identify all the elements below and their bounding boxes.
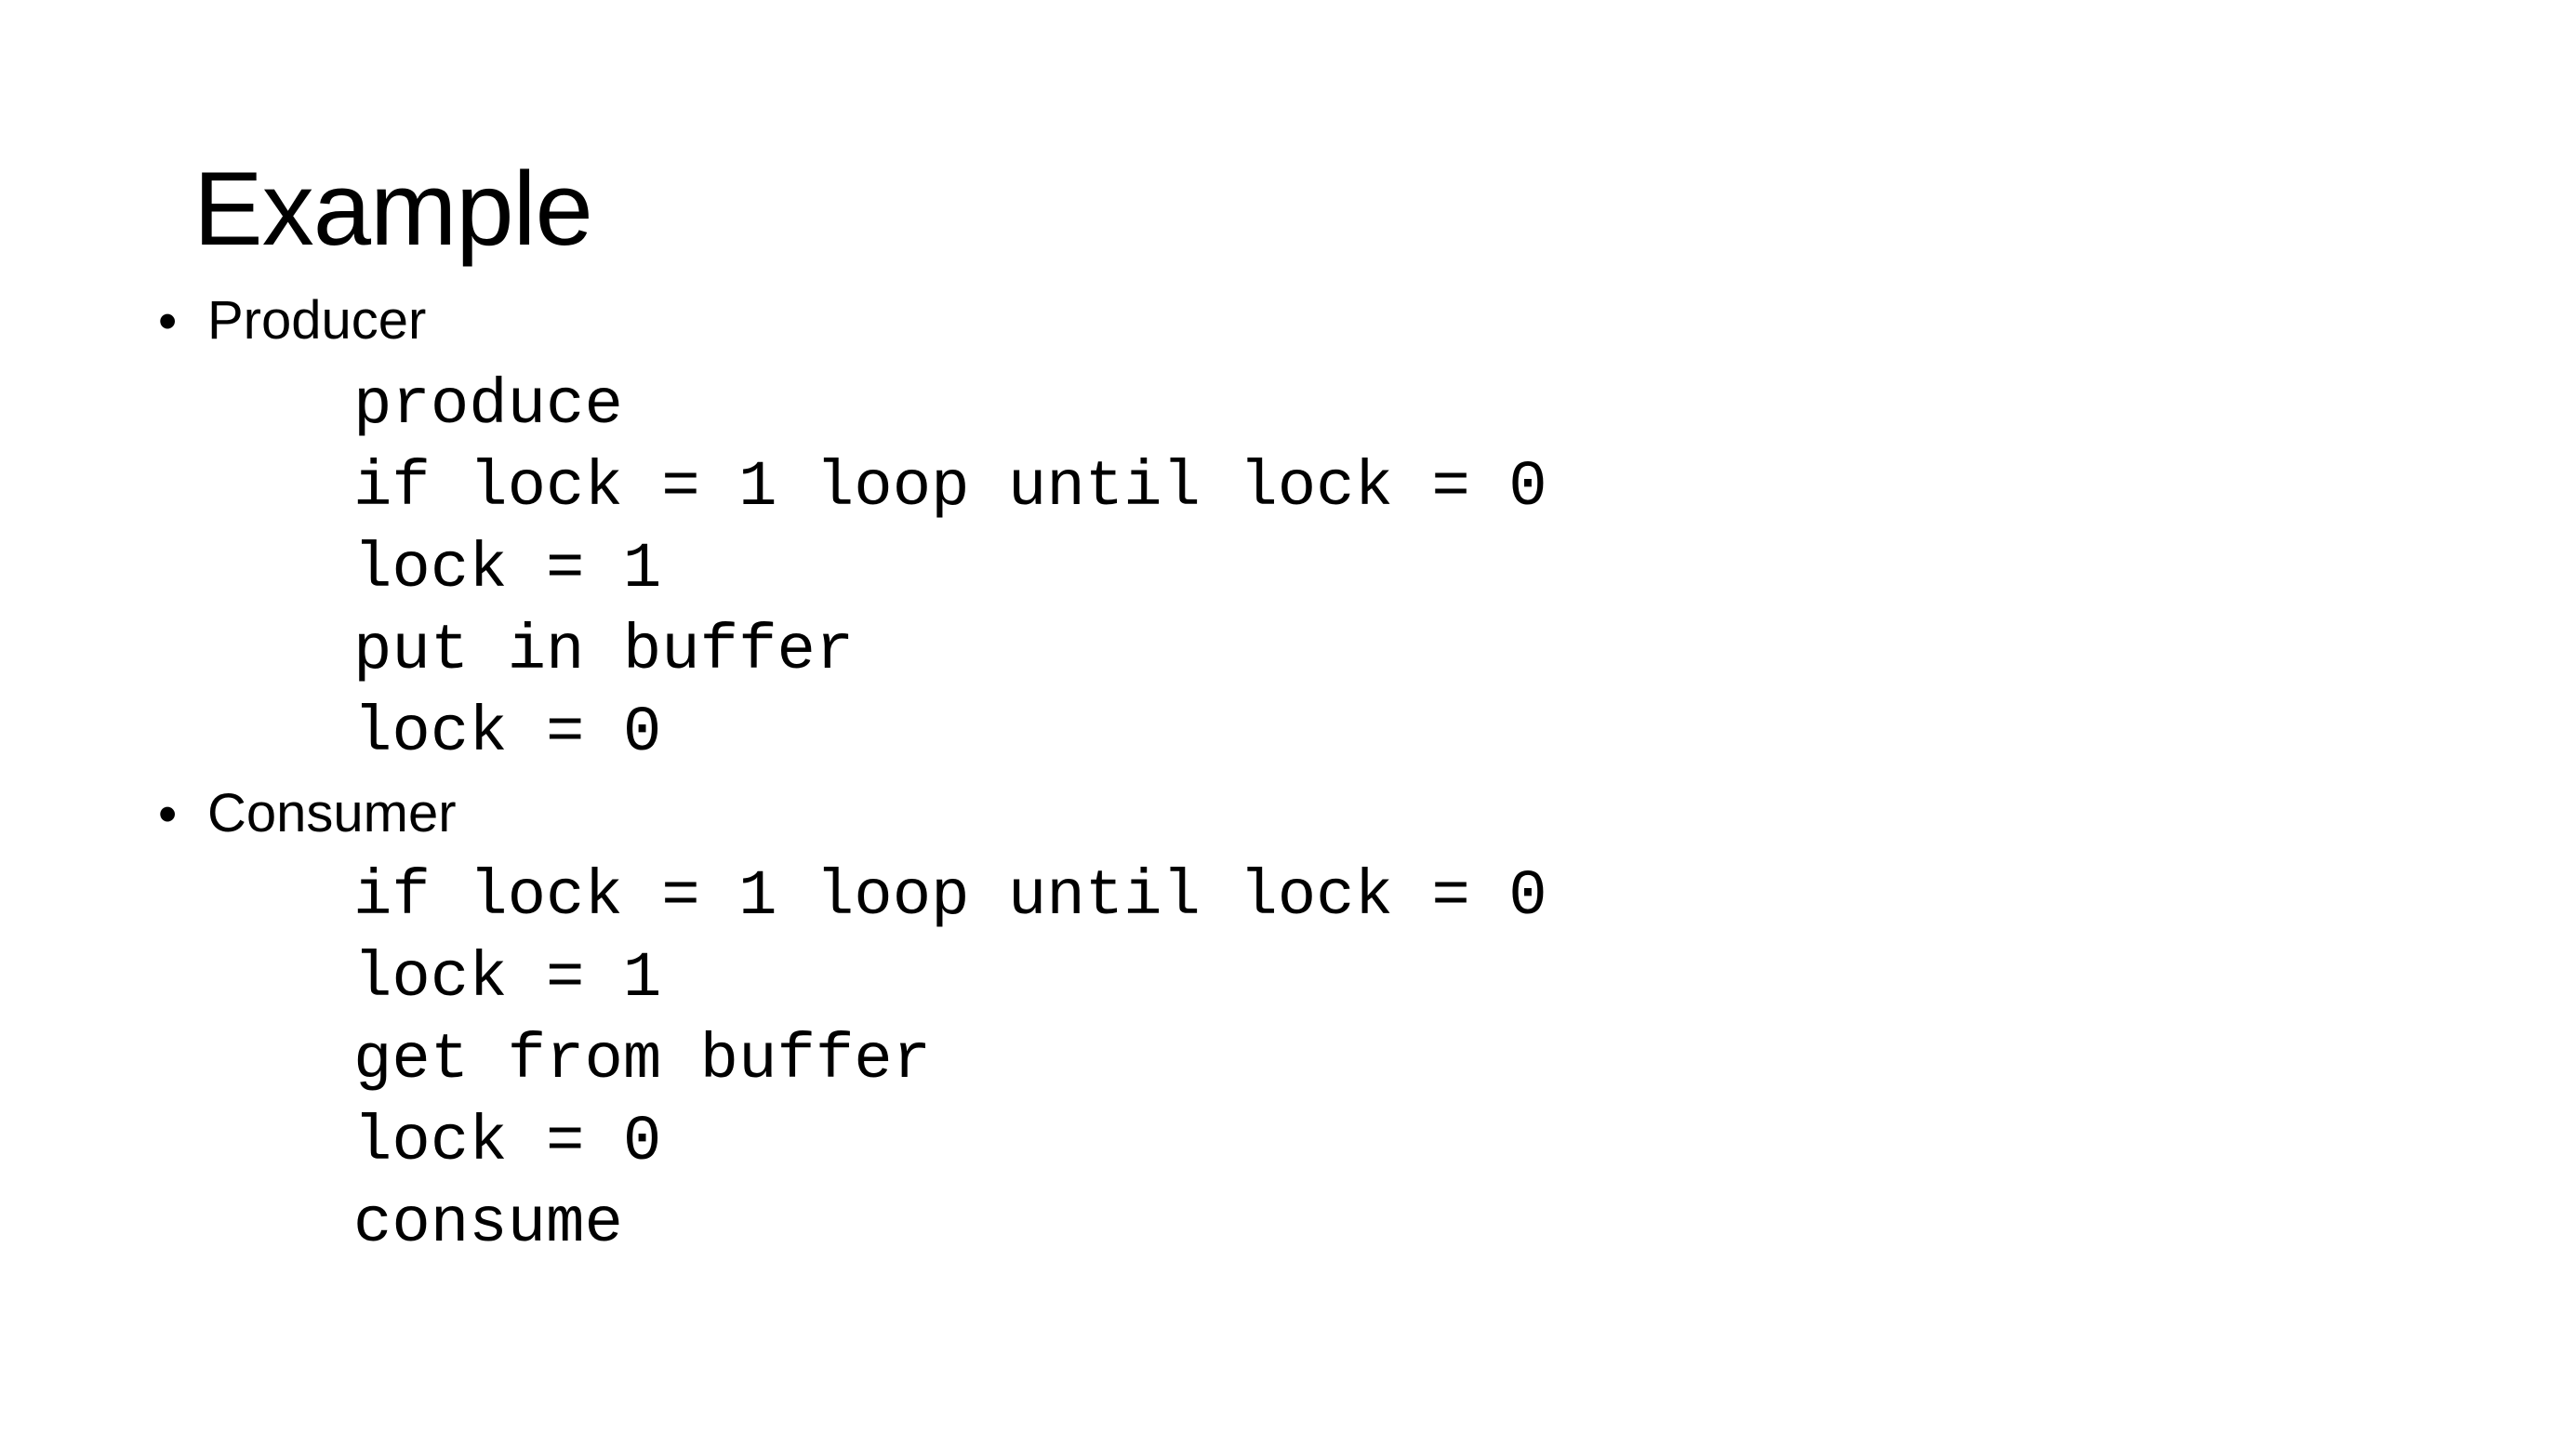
code-line: lock = 0 — [353, 697, 662, 769]
code-line: get from buffer — [353, 1024, 932, 1096]
bullet-icon: • — [158, 783, 178, 844]
code-line: lock = 0 — [353, 1106, 662, 1178]
code-block-consumer: if lock = 1 loop until lock = 0 lock = 1… — [353, 856, 1547, 1265]
bullet-item-producer: • Producer — [158, 284, 426, 358]
code-line: lock = 1 — [353, 533, 662, 605]
slide-title: Example — [193, 151, 593, 267]
slide: Example • Producer produce if lock = 1 l… — [0, 0, 2576, 1447]
code-line: put in buffer — [353, 615, 855, 687]
code-line: lock = 1 — [353, 942, 662, 1015]
section-label-consumer: Consumer — [207, 783, 457, 843]
code-line: if lock = 1 loop until lock = 0 — [353, 860, 1547, 933]
code-block-producer: produce if lock = 1 loop until lock = 0 … — [353, 365, 1547, 774]
bullet-item-consumer: • Consumer — [158, 777, 457, 851]
code-line: if lock = 1 loop until lock = 0 — [353, 451, 1547, 524]
bullet-icon: • — [158, 290, 178, 352]
code-line: consume — [353, 1188, 623, 1260]
code-line: produce — [353, 369, 623, 442]
section-label-producer: Producer — [207, 290, 427, 351]
